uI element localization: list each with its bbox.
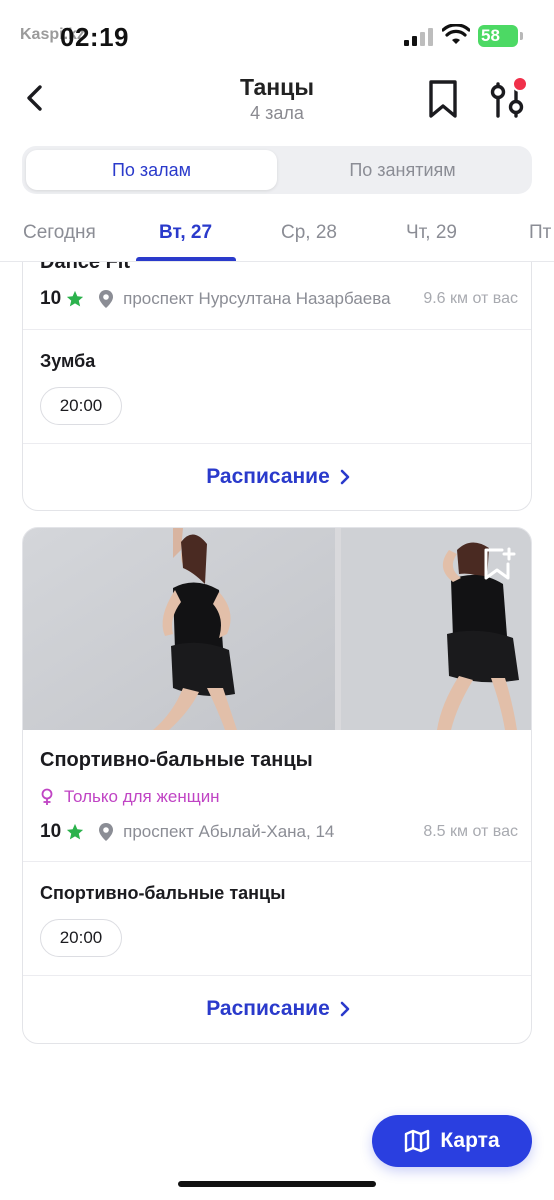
location-pin-icon [99,290,114,308]
gym-distance: 9.6 км от вас [423,290,518,307]
date-tab-wed-28[interactable]: Ср, 28 [281,222,337,244]
date-tab-fri[interactable]: Пт [529,222,551,244]
bookmark-add-icon[interactable] [480,546,516,582]
bookmark-icon[interactable] [424,78,462,120]
gym-name: Спортивно-бальные танцы [40,749,313,771]
gym-photo [23,528,335,730]
page-subtitle: 4 зала [250,103,304,123]
time-slot-chip[interactable]: 20:00 [40,919,122,957]
gym-card[interactable]: Dance Fit 10 проспект Нурсултана Назарба… [22,262,532,511]
gym-photo-carousel[interactable] [23,528,531,730]
map-icon [405,1129,430,1153]
date-tab-tue-27[interactable]: Вт, 27 [159,222,212,244]
chevron-right-icon [340,469,350,485]
gym-rating: 10 [40,288,62,309]
map-button-label: Карта [440,1129,500,1152]
schedule-link-label: Расписание [206,465,330,488]
divider [23,975,531,976]
gym-card[interactable]: Спортивно-бальные танцы Только для женщи… [22,527,532,1044]
location-pin-icon [99,823,114,841]
date-tabs: Сегодня Вт, 27 Ср, 28 Чт, 29 Пт [0,206,554,262]
star-icon [67,290,84,307]
schedule-link[interactable]: Расписание [23,994,531,1024]
signal-icon [404,28,433,46]
notification-dot [512,76,528,92]
segment-by-gyms[interactable]: По залам [26,150,277,190]
date-tab-thu-29[interactable]: Чт, 29 [406,222,457,244]
class-name: Зумба [40,351,96,371]
gym-distance: 8.5 км от вас [423,823,518,840]
divider [23,329,531,330]
time-slot-chip[interactable]: 20:00 [40,387,122,425]
class-name: Спортивно-бальные танцы [40,883,286,903]
home-indicator [178,1181,376,1187]
wifi-icon [442,24,470,44]
divider [23,861,531,862]
gym-address: проспект Нурсултана Назарбаева [123,289,391,308]
chevron-right-icon [340,1001,350,1017]
gym-rating: 10 [40,821,62,842]
divider [23,443,531,444]
segment-by-classes[interactable]: По занятиям [277,150,528,190]
page-title: Танцы [240,74,314,100]
gym-meta: 10 проспект Нурсултана Назарбаева 9.6 км… [40,286,518,312]
gym-name: Dance Fit [40,262,131,273]
gym-list[interactable]: Dance Fit 10 проспект Нурсултана Назарба… [0,262,554,1200]
battery-level: 58 [481,26,500,45]
gym-address: проспект Абылай-Хана, 14 [123,822,335,841]
header: Танцы 4 зала [0,72,554,138]
female-icon [41,788,53,805]
view-mode-segmented-control: По залам По занятиям [22,146,532,194]
schedule-link[interactable]: Расписание [23,462,531,492]
battery-icon: 58 [478,25,523,47]
date-tab-today[interactable]: Сегодня [23,222,96,244]
status-time: 02:19 [60,22,129,52]
status-bar: Kaspi.kz 02:19 58 [0,0,554,72]
schedule-link-label: Расписание [206,997,330,1020]
gender-restriction-label: Только для женщин [64,787,220,806]
filter-button[interactable] [486,76,530,122]
gender-restriction: Только для женщин [40,787,220,807]
star-icon [67,823,84,840]
gym-meta: 10 проспект Абылай-Хана, 14 8.5 км от ва… [40,819,518,845]
map-button[interactable]: Карта [372,1115,532,1167]
